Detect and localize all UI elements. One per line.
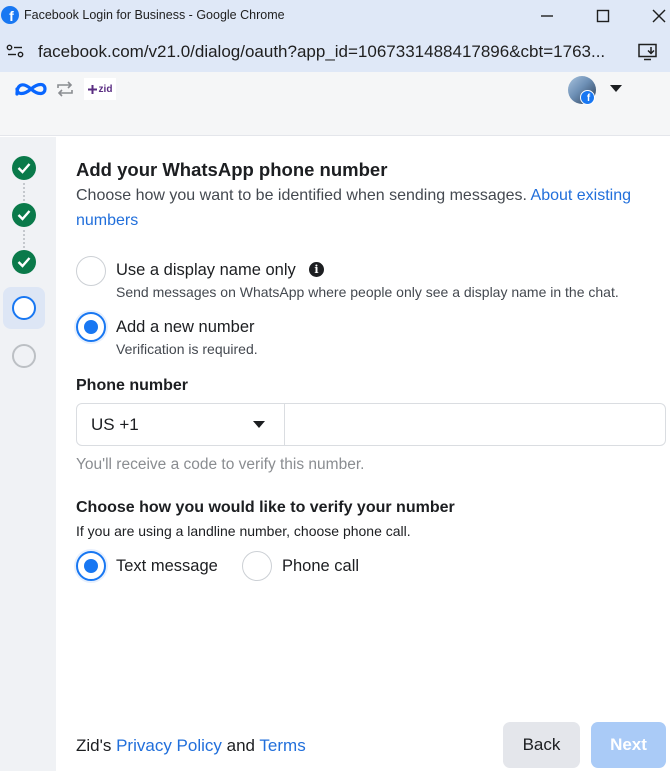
display-name-only-label[interactable]: Use a display name only <box>116 261 296 280</box>
minimize-icon[interactable] <box>532 4 562 28</box>
sync-arrows-icon <box>54 80 76 103</box>
zid-logo-text: zid <box>98 83 113 95</box>
chevron-down-icon <box>253 421 265 428</box>
zid-logo: zid <box>84 78 116 100</box>
phone-number-input[interactable] <box>285 404 665 445</box>
address-bar: facebook.com/v21.0/dialog/oauth?app_id=1… <box>0 32 670 72</box>
account-menu-chevron-down-icon[interactable] <box>610 85 622 92</box>
display-name-only-radio[interactable] <box>76 256 106 286</box>
window-titlebar: f Facebook Login for Business - Google C… <box>0 0 670 32</box>
verify-method-title: Choose how you would like to verify your… <box>76 499 455 516</box>
maximize-icon[interactable] <box>588 4 618 28</box>
country-code-value: US +1 <box>91 415 139 434</box>
subtitle-text: Choose how you want to be identified whe… <box>76 187 531 204</box>
phone-call-radio[interactable] <box>242 551 272 581</box>
meta-logo-icon <box>14 80 48 103</box>
step-3-check-icon <box>12 250 36 274</box>
step-1-check-icon <box>12 156 36 180</box>
phone-number-label: Phone number <box>76 377 189 394</box>
country-code-select[interactable]: US +1 <box>77 404 285 445</box>
step-connector <box>23 230 25 248</box>
add-new-number-radio[interactable] <box>76 312 106 342</box>
site-settings-icon[interactable] <box>6 44 24 63</box>
phone-call-label[interactable]: Phone call <box>282 557 359 576</box>
url-field[interactable]: facebook.com/v21.0/dialog/oauth?app_id=1… <box>38 42 620 62</box>
step-connector <box>23 183 25 201</box>
next-button[interactable]: Next <box>591 722 666 768</box>
text-message-radio[interactable] <box>76 551 106 581</box>
add-new-number-label[interactable]: Add a new number <box>116 318 255 337</box>
window-title: Facebook Login for Business - Google Chr… <box>24 8 285 22</box>
terms-link[interactable]: Terms <box>259 736 305 755</box>
step-2-check-icon <box>12 203 36 227</box>
phone-hint: You'll receive a code to verify this num… <box>76 456 365 473</box>
add-new-number-description: Verification is required. <box>116 341 258 357</box>
privacy-policy-link[interactable]: Privacy Policy <box>116 736 222 755</box>
close-icon[interactable] <box>644 4 670 28</box>
page-subtitle: Choose how you want to be identified whe… <box>76 183 636 233</box>
info-icon[interactable]: i <box>309 262 324 277</box>
display-name-only-description: Send messages on WhatsApp where people o… <box>116 284 619 300</box>
footer-prefix: Zid's <box>76 736 117 755</box>
verify-method-subtitle: If you are using a landline number, choo… <box>76 523 411 539</box>
dialog-content: Add your WhatsApp phone number Choose ho… <box>56 137 670 771</box>
dialog-header: zid f <box>0 72 670 136</box>
phone-number-field: US +1 <box>76 403 666 446</box>
step-5-pending-icon <box>12 344 36 368</box>
progress-stepper <box>0 137 56 771</box>
text-message-label[interactable]: Text message <box>116 557 218 576</box>
zid-mark-icon <box>87 84 97 94</box>
back-button[interactable]: Back <box>503 722 580 768</box>
page-title: Add your WhatsApp phone number <box>76 159 388 180</box>
footer-and: and <box>221 736 260 755</box>
facebook-favicon-icon: f <box>1 6 19 24</box>
facebook-badge-icon: f <box>580 90 595 105</box>
step-4-current-icon <box>12 296 36 320</box>
install-app-icon[interactable] <box>638 43 658 66</box>
policy-footer: Zid's Privacy Policy and Terms <box>76 736 306 756</box>
